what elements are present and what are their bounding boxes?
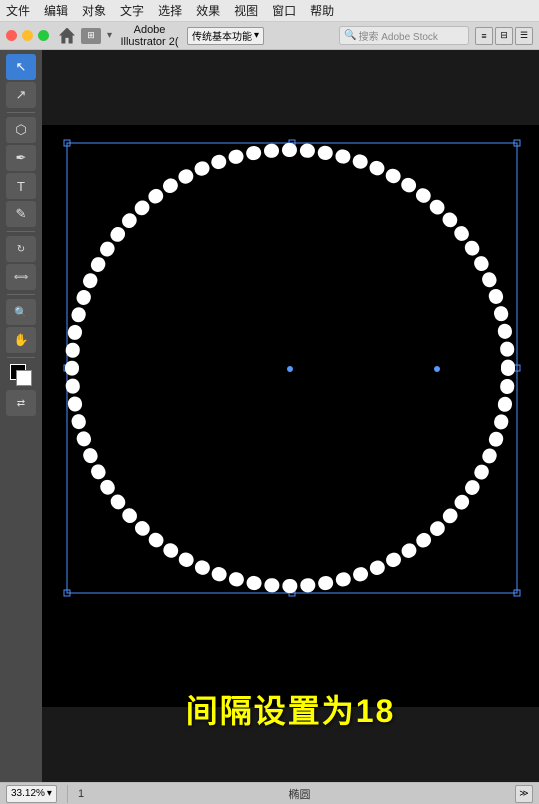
grid-view-icon[interactable]: ⊞ xyxy=(81,28,101,44)
traffic-lights xyxy=(6,30,49,41)
view-options-icon[interactable]: ⊟ xyxy=(495,27,513,45)
left-toolbar: ↖ ↗ ⬡ ✒ T ✎ ↻ ⟺ 🔍 ✋ ⇄ xyxy=(0,50,42,782)
search-icon: 🔍 xyxy=(344,30,356,41)
color-boxes[interactable] xyxy=(10,364,32,386)
menu-view[interactable]: 视图 xyxy=(234,2,258,19)
direct-select-tool-button[interactable]: ↗ xyxy=(6,82,36,108)
menu-text[interactable]: 文字 xyxy=(120,2,144,19)
mode-selector[interactable]: 传统基本功能 ▾ xyxy=(187,27,264,45)
search-bar[interactable]: 🔍 搜索 Adobe Stock xyxy=(339,26,469,45)
canvas-svg xyxy=(42,50,539,782)
bottom-right-panel-icon[interactable]: ≫ xyxy=(515,785,533,803)
shape-tool-button[interactable]: ⬡ xyxy=(6,117,36,143)
toolbar-separator-2 xyxy=(7,231,35,232)
menu-window[interactable]: 窗口 xyxy=(272,2,296,19)
dropdown-arrow-icon: ▾ xyxy=(107,30,112,41)
close-button[interactable] xyxy=(6,30,17,41)
menu-help[interactable]: 帮助 xyxy=(310,2,334,19)
bottom-bar: 33.12% ▾ 1 椭圆 ≫ xyxy=(0,782,539,804)
zoom-tool-button[interactable]: 🔍 xyxy=(6,299,36,325)
menu-select[interactable]: 选择 xyxy=(158,2,182,19)
hand-tool-button[interactable]: ✋ xyxy=(6,327,36,353)
rotate-tool-button[interactable]: ↻ xyxy=(6,236,36,262)
home-icon[interactable] xyxy=(59,28,75,44)
swap-colors-icon[interactable]: ⇄ xyxy=(6,390,36,416)
bottom-divider-1 xyxy=(67,785,68,803)
toolbar-separator-3 xyxy=(7,294,35,295)
panels-icon[interactable]: ≡ xyxy=(475,27,493,45)
maximize-button[interactable] xyxy=(38,30,49,41)
menu-bar: 文件 编辑 对象 文字 选择 效果 视图 窗口 帮助 xyxy=(0,0,539,22)
search-placeholder: 搜索 Adobe Stock xyxy=(358,28,437,43)
text-tool-button[interactable]: T xyxy=(6,173,36,199)
menu-object[interactable]: 对象 xyxy=(82,2,106,19)
page-number: 1 xyxy=(78,788,84,800)
pen-tool-button[interactable]: ✒ xyxy=(6,145,36,171)
toolbar-separator-4 xyxy=(7,357,35,358)
zoom-selector[interactable]: 33.12% ▾ xyxy=(6,785,57,803)
menu-file[interactable]: 文件 xyxy=(6,2,30,19)
canvas-area: 间隔设置为18 xyxy=(42,50,539,782)
brush-tool-button[interactable]: ✎ xyxy=(6,201,36,227)
menu-edit[interactable]: 编辑 xyxy=(44,2,68,19)
shape-name-display: 椭圆 xyxy=(233,786,366,802)
panel-icons: ≡ ⊟ ☰ xyxy=(475,27,533,45)
minimize-button[interactable] xyxy=(22,30,33,41)
app-toolbar: ⊞ ▾ Adobe Illustrator 2( 传统基本功能 ▾ 🔍 搜索 A… xyxy=(0,22,539,50)
toolbar-separator-1 xyxy=(7,112,35,113)
app-title: Adobe Illustrator 2( xyxy=(118,24,181,48)
settings-icon[interactable]: ☰ xyxy=(515,27,533,45)
select-tool-button[interactable]: ↖ xyxy=(6,54,36,80)
mirror-tool-button[interactable]: ⟺ xyxy=(6,264,36,290)
menu-effect[interactable]: 效果 xyxy=(196,2,220,19)
